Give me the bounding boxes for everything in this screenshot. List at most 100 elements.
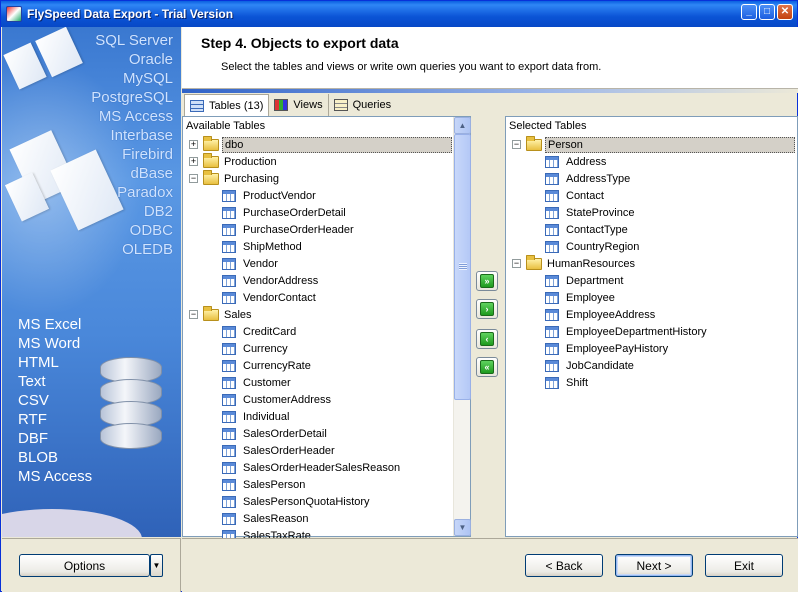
tree-item-table[interactable]: ContactType [545, 221, 630, 238]
options-label: Options [63, 558, 106, 573]
export-format-item: DBF [18, 430, 48, 447]
tree-item-table[interactable]: VendorAddress [222, 272, 320, 289]
tree-item-table[interactable]: SalesPersonQuotaHistory [222, 493, 372, 510]
tree-item-table[interactable]: EmployeePayHistory [545, 340, 670, 357]
table-icon [222, 478, 236, 491]
tree-item-table[interactable]: CreditCard [222, 323, 298, 340]
selected-tables-panel[interactable]: Selected Tables − Person Address AddressTyp… [505, 116, 798, 537]
tree-item-table[interactable]: SalesPerson [222, 476, 307, 493]
tree-item-table[interactable]: ProductVendor [222, 187, 318, 204]
collapse-icon[interactable]: − [189, 174, 198, 183]
tab-views[interactable]: Views [269, 94, 329, 116]
tree-item-label: SalesPersonQuotaHistory [243, 495, 370, 508]
tab-tables[interactable]: Tables (13) [184, 94, 270, 116]
tree-item-table[interactable]: JobCandidate [545, 357, 636, 374]
source-db-item: SQL Server [95, 32, 173, 49]
maximize-button[interactable]: □ [759, 4, 775, 20]
tree-group-label: Person [545, 136, 795, 153]
collapse-icon[interactable]: − [512, 259, 521, 268]
tree-item-table[interactable]: Currency [222, 340, 290, 357]
tree-item-table[interactable]: Individual [222, 408, 291, 425]
tree-group[interactable]: Purchasing [203, 169, 281, 187]
next-button[interactable]: Next > [615, 554, 693, 577]
tree-item-table[interactable]: Vendor [222, 255, 280, 272]
close-button[interactable]: ✕ [777, 4, 793, 20]
remove-all-button[interactable]: « [476, 357, 498, 377]
tree-item-label: ShipMethod [243, 240, 302, 253]
tree-group[interactable]: Person [526, 135, 795, 153]
tree-item-label: ContactType [566, 223, 628, 236]
add-button[interactable]: › [476, 299, 498, 319]
tree-item-table[interactable]: CustomerAddress [222, 391, 333, 408]
tree-group[interactable]: Production [203, 152, 279, 170]
source-db-item: Paradox [117, 184, 173, 201]
tree-item-table[interactable]: AddressType [545, 170, 632, 187]
scroll-thumb[interactable] [454, 134, 471, 400]
tree-item-table[interactable]: Employee [545, 289, 617, 306]
table-icon [545, 274, 559, 287]
tree-item-table[interactable]: SalesOrderDetail [222, 425, 329, 442]
database-icon [100, 357, 162, 453]
scroll-down-button[interactable]: ▼ [454, 519, 471, 536]
left-banner: SQL Server Oracle MySQL PostgreSQL MS Access… [2, 27, 181, 537]
tree-group[interactable]: Sales [203, 305, 254, 323]
expand-icon[interactable]: + [189, 140, 198, 149]
tree-item-label: Address [566, 155, 607, 168]
tree-group[interactable]: dbo [203, 135, 452, 153]
table-icon [222, 427, 236, 440]
tree-item-table[interactable]: PurchaseOrderHeader [222, 221, 356, 238]
tree-item-table[interactable]: EmployeeDepartmentHistory [545, 323, 709, 340]
table-icon [545, 291, 559, 304]
source-db-item: dBase [130, 165, 173, 182]
tree-item-table[interactable]: Contact [545, 187, 606, 204]
collapse-icon[interactable]: − [512, 140, 521, 149]
queries-icon [333, 99, 348, 111]
app-icon [6, 6, 22, 22]
tree-item-table[interactable]: SalesOrderHeader [222, 442, 337, 459]
tree-item-table[interactable]: SalesOrderHeaderSalesReason [222, 459, 402, 476]
table-icon [222, 512, 236, 525]
step-header: Step 4. Objects to export data Select th… [182, 27, 798, 89]
table-icon [222, 223, 236, 236]
tree-item-table[interactable]: Customer [222, 374, 293, 391]
tree-group[interactable]: HumanResources [526, 254, 637, 272]
page-subtitle: Select the tables and views or write own… [221, 61, 602, 73]
tree-item-table[interactable]: SalesReason [222, 510, 310, 527]
add-all-button[interactable]: » [476, 271, 498, 291]
tree-item-table[interactable]: Department [545, 272, 625, 289]
back-button[interactable]: < Back [525, 554, 603, 577]
arrow-icon: « [480, 360, 494, 374]
available-scrollbar[interactable]: ▲ ▼ [453, 117, 471, 536]
title-bar[interactable]: FlySpeed Data Export - Trial Version _ □… [1, 1, 797, 27]
table-icon [545, 325, 559, 338]
tree-item-table[interactable]: Shift [545, 374, 590, 391]
tree-item-table[interactable]: CountryRegion [545, 238, 641, 255]
tree-item-label: JobCandidate [566, 359, 634, 372]
tree-item-table[interactable]: ShipMethod [222, 238, 304, 255]
remove-button[interactable]: ‹ [476, 329, 498, 349]
tree-item-table[interactable]: StateProvince [545, 204, 636, 221]
tree-item-table[interactable]: Address [545, 153, 608, 170]
tree-item-table[interactable]: VendorContact [222, 289, 318, 306]
scroll-up-button[interactable]: ▲ [454, 117, 471, 134]
tab-queries[interactable]: Queries [329, 94, 397, 116]
tab-label: Views [293, 99, 323, 111]
options-button[interactable]: Options [19, 554, 150, 577]
transfer-column [471, 116, 505, 537]
expand-icon[interactable]: + [189, 157, 198, 166]
exit-button[interactable]: Exit [705, 554, 783, 577]
source-db-item: Interbase [110, 127, 173, 144]
source-db-item: MS Access [98, 108, 173, 125]
options-dropdown-button[interactable]: ▼ [150, 554, 163, 577]
tree-item-table[interactable]: EmployeeAddress [545, 306, 657, 323]
back-label: < Back [545, 558, 583, 573]
exit-label: Exit [733, 558, 754, 573]
table-icon [222, 359, 236, 372]
tree-item-table[interactable]: PurchaseOrderDetail [222, 204, 348, 221]
minimize-button[interactable]: _ [741, 4, 757, 20]
table-icon [545, 240, 559, 253]
tree-item-table[interactable]: CurrencyRate [222, 357, 313, 374]
table-icon [545, 223, 559, 236]
collapse-icon[interactable]: − [189, 310, 198, 319]
available-tables-panel[interactable]: Available Tables + dbo + Production − Purchas… [182, 116, 471, 542]
